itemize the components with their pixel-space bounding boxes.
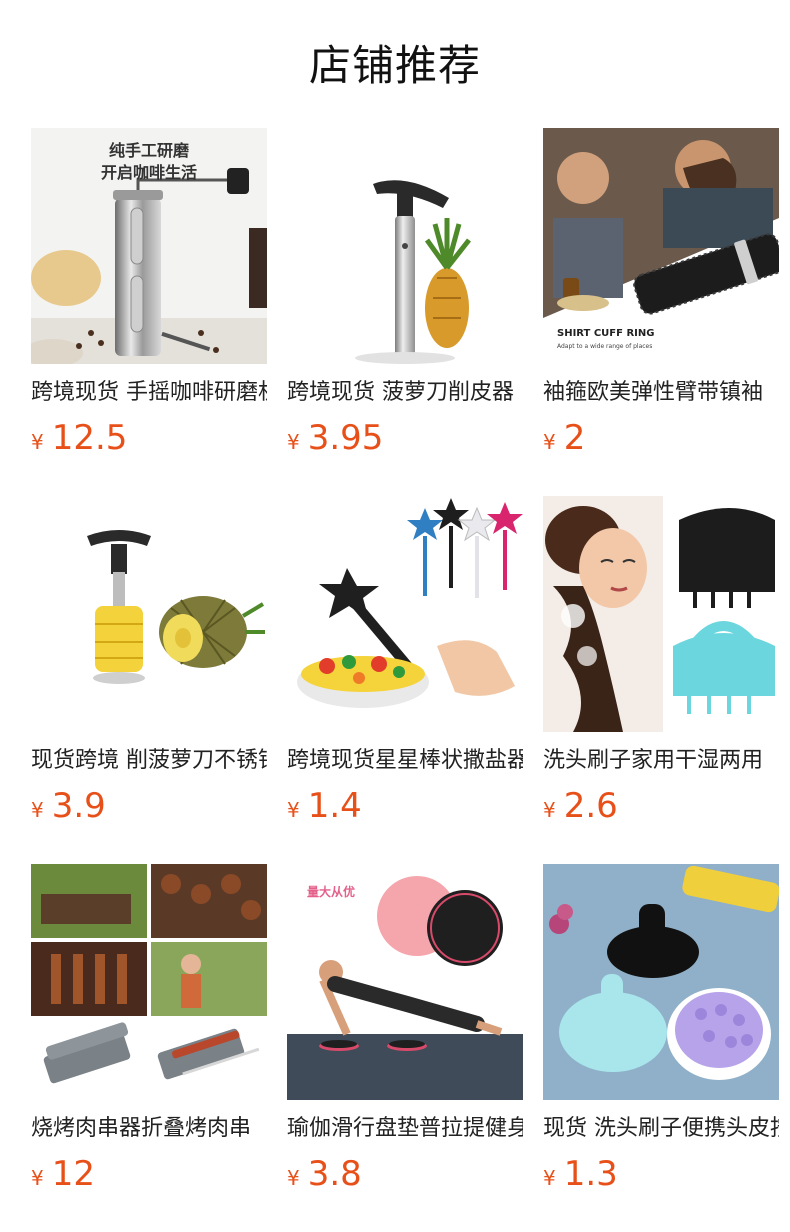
currency-symbol: ¥ bbox=[287, 430, 300, 454]
image-caption-line-2: Adapt to a wide range of places bbox=[557, 343, 652, 350]
currency-symbol: ¥ bbox=[31, 430, 44, 454]
product-card[interactable]: 跨境现货星星棒状撒盐器 ¥1.4 bbox=[287, 496, 523, 864]
product-image[interactable]: 量大从优 bbox=[287, 864, 523, 1100]
image-caption-line-1: 纯手工研磨 bbox=[109, 141, 189, 160]
product-image[interactable]: SHIRT CUFF RING Adapt to a wide range of… bbox=[543, 128, 779, 364]
product-price: ¥3.8 bbox=[287, 1152, 523, 1196]
product-image[interactable] bbox=[287, 496, 523, 732]
product-name[interactable]: 洗头刷子家用干湿两用 bbox=[543, 746, 779, 776]
product-card[interactable]: 量大从优 瑜伽滑行盘垫普拉提健身 ¥3.8 bbox=[287, 864, 523, 1232]
currency-symbol: ¥ bbox=[543, 430, 556, 454]
currency-symbol: ¥ bbox=[287, 1166, 300, 1190]
product-image[interactable]: 纯手工研磨 开启咖啡生活 bbox=[31, 128, 267, 364]
price-value: 1.4 bbox=[307, 786, 362, 826]
image-caption: 量大从优 bbox=[307, 884, 355, 899]
product-card[interactable]: 现货 洗头刷子便携头皮按摩 ¥1.3 bbox=[543, 864, 779, 1232]
product-card[interactable]: 烧烤肉串器折叠烤肉串 ¥12 bbox=[31, 864, 267, 1232]
product-price: ¥12.5 bbox=[31, 416, 267, 460]
price-value: 12.5 bbox=[51, 418, 128, 458]
product-card[interactable]: 洗头刷子家用干湿两用 ¥2.6 bbox=[543, 496, 779, 864]
product-name[interactable]: 跨境现货 手摇咖啡研磨机 bbox=[31, 378, 267, 408]
currency-symbol: ¥ bbox=[543, 1166, 556, 1190]
product-card[interactable]: SHIRT CUFF RING Adapt to a wide range of… bbox=[543, 128, 779, 496]
price-value: 3.95 bbox=[307, 418, 384, 458]
product-image[interactable] bbox=[287, 128, 523, 364]
product-image[interactable] bbox=[543, 864, 779, 1100]
product-price: ¥3.9 bbox=[31, 784, 267, 828]
price-value: 12 bbox=[51, 1154, 95, 1194]
price-value: 1.3 bbox=[563, 1154, 618, 1194]
product-image[interactable] bbox=[31, 496, 267, 732]
product-image[interactable] bbox=[31, 864, 267, 1100]
product-name[interactable]: 跨境现货星星棒状撒盐器 bbox=[287, 746, 523, 776]
product-price: ¥2.6 bbox=[543, 784, 779, 828]
currency-symbol: ¥ bbox=[31, 798, 44, 822]
product-image[interactable] bbox=[543, 496, 779, 732]
product-price: ¥12 bbox=[31, 1152, 267, 1196]
image-caption-line-2: 开启咖啡生活 bbox=[101, 163, 197, 182]
price-value: 3.8 bbox=[307, 1154, 362, 1194]
currency-symbol: ¥ bbox=[543, 798, 556, 822]
product-price: ¥2 bbox=[543, 416, 779, 460]
store-recommendations-page: 店铺推荐 纯手工研磨 开启咖啡生活 跨境现货 手摇咖啡研磨机 ¥ 12.5 跨境… bbox=[0, 0, 790, 1232]
product-price: ¥3.95 bbox=[287, 416, 523, 460]
product-card[interactable]: 跨境现货 菠萝刀削皮器 ¥3.95 bbox=[287, 128, 523, 496]
product-name[interactable]: 跨境现货 菠萝刀削皮器 bbox=[287, 378, 523, 408]
product-name[interactable]: 袖箍欧美弹性臂带镇袖 bbox=[543, 378, 779, 408]
product-name[interactable]: 瑜伽滑行盘垫普拉提健身 bbox=[287, 1114, 523, 1144]
product-price: ¥1.4 bbox=[287, 784, 523, 828]
image-caption-line-1: SHIRT CUFF RING bbox=[557, 328, 654, 339]
product-name[interactable]: 现货 洗头刷子便携头皮按摩 bbox=[543, 1114, 779, 1144]
price-value: 2.6 bbox=[563, 786, 618, 826]
product-grid: 纯手工研磨 开启咖啡生活 跨境现货 手摇咖啡研磨机 ¥12.5 跨境现货 菠萝刀… bbox=[31, 128, 779, 1232]
page-title: 店铺推荐 bbox=[308, 41, 481, 90]
product-price: ¥1.3 bbox=[543, 1152, 779, 1196]
product-card[interactable]: 纯手工研磨 开启咖啡生活 跨境现货 手摇咖啡研磨机 ¥12.5 bbox=[31, 128, 267, 496]
product-name[interactable]: 烧烤肉串器折叠烤肉串 bbox=[31, 1114, 267, 1144]
price-value: 2 bbox=[563, 418, 586, 458]
product-card[interactable]: 现货跨境 削菠萝刀不锈钢 ¥3.9 bbox=[31, 496, 267, 864]
price-value: 3.9 bbox=[51, 786, 106, 826]
currency-symbol: ¥ bbox=[31, 1166, 44, 1190]
product-name[interactable]: 现货跨境 削菠萝刀不锈钢 bbox=[31, 746, 267, 776]
currency-symbol: ¥ bbox=[287, 798, 300, 822]
